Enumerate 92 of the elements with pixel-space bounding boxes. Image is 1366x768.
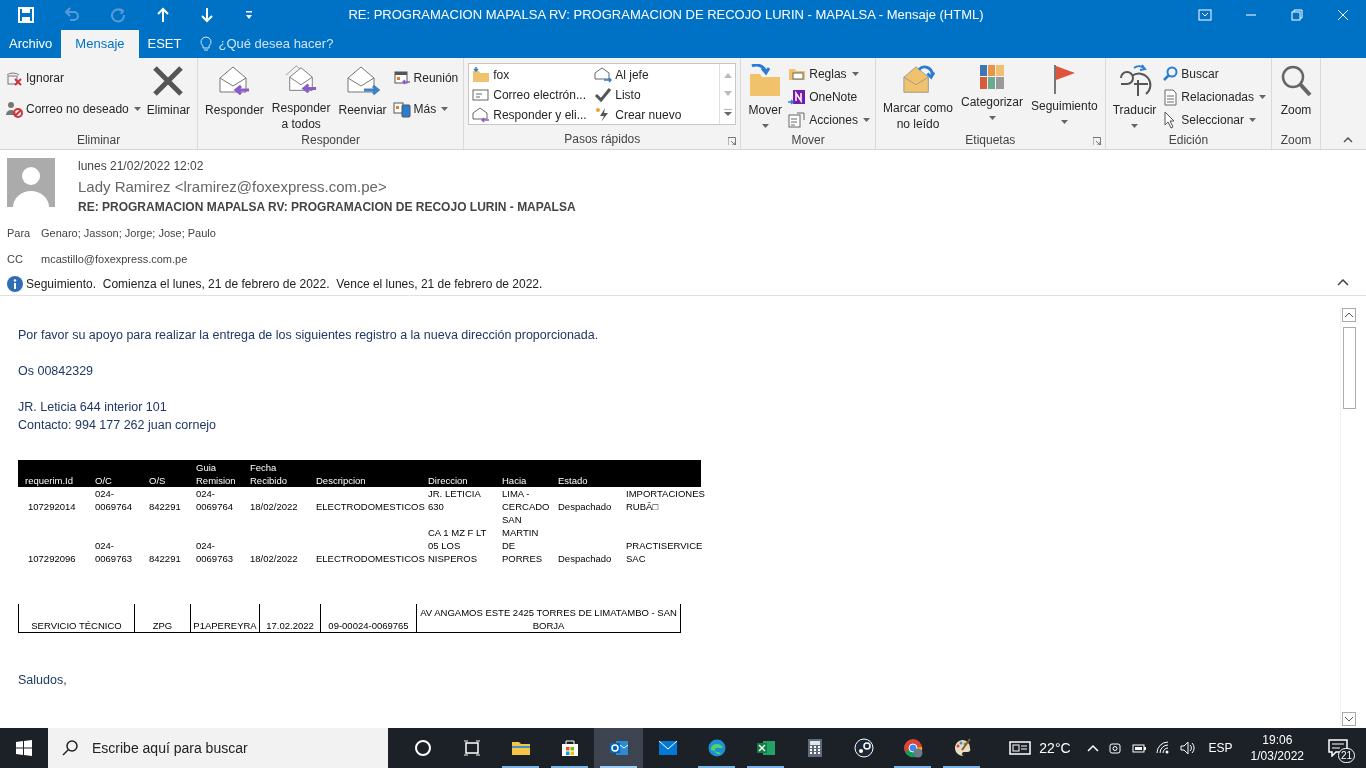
recipients: Genaro; Jasson; Jorge; Jose; Paulo (41, 226, 216, 241)
ribbon-button[interactable]: Seleccionar (1161, 110, 1268, 129)
ribbon-button[interactable]: Mover (745, 62, 786, 132)
recipients: mcastillo@foxexpress.com.pe (41, 251, 188, 267)
group-label: Pasos rápidos (564, 131, 641, 148)
column-header: Hacia (495, 460, 551, 487)
field-label: Para (7, 226, 32, 241)
table-cell: 18/02/2022 (250, 501, 298, 512)
subject: RE: PROGRAMACION MAPALSA RV: PROGRAMACION DE RECOJO LURIN - MAPALSA (78, 200, 576, 214)
ribbon-button[interactable]: Relacionadas (1161, 87, 1268, 106)
table-cell: SERVICIO TÉCNICO (31, 619, 122, 631)
follow-up-info: Seguimiento. Comienza el lunes, 21 de febrero de 2022. Vence el lunes, 21 de febrero de 2022. (26, 276, 543, 293)
column-header: Fecha Recibido (243, 460, 309, 487)
table-cell: IMPORTACIONES RUBÃ□ (626, 488, 705, 512)
field-label: CC (7, 251, 24, 267)
table-cell: 024-0069763 (196, 540, 233, 564)
ribbon-button[interactable]: Seguimiento (1028, 62, 1101, 132)
order-number: Os 00842329 (18, 363, 95, 380)
table-cell: ELECTRODOMESTICOS (316, 553, 425, 564)
quick-step[interactable]: Responder y eli... (472, 105, 595, 124)
ribbon-button[interactable]: Categorizar (958, 62, 1026, 132)
ribbon-button[interactable]: Traducir (1109, 62, 1160, 132)
address-line: JR. Leticia 644 interior 101 (18, 399, 168, 416)
quick-step[interactable]: Correo electrón... (472, 85, 595, 104)
column-header: Descripcion (309, 460, 421, 487)
column-header: Direccion (421, 460, 495, 487)
ribbon-tab[interactable]: Archivo (0, 30, 62, 58)
ribbon-button[interactable]: Más (391, 99, 460, 118)
tell-me-field[interactable]: ¿Qué desea hacer? (218, 34, 334, 54)
quick-step[interactable]: Al jefe (594, 65, 717, 84)
ribbon-tab[interactable]: ESET (138, 30, 191, 58)
table-cell: 107292014 (28, 501, 76, 512)
table-cell: Despachado (558, 553, 612, 564)
ribbon-button[interactable]: Buscar (1161, 64, 1268, 83)
table-cell: ELECTRODOMESTICOS (316, 501, 425, 512)
input-language[interactable]: ESP (1208, 739, 1233, 757)
ribbon-button[interactable]: Reunión (391, 68, 460, 87)
sender: Lady Ramirez <lramirez@foxexpress.com.pe> (78, 178, 388, 196)
ribbon-tab[interactable]: Mensaje (61, 30, 139, 58)
notification-center[interactable]: 21 (1318, 728, 1358, 768)
clock[interactable]: 19:06 1/03/2022 (1244, 732, 1310, 764)
table-cell: LIMA - CERCADO (502, 488, 550, 512)
column-header: O/C (88, 460, 142, 487)
quick-step[interactable]: fox (472, 65, 595, 84)
table-cell: 09-00024-0069765 (328, 619, 409, 631)
table-cell: CA 1 MZ F LT 05 LOS NISPEROS (428, 527, 487, 564)
table-cell: PRACTISERVICE SAC (626, 540, 703, 564)
table-cell: SAN MARTIN DE PORRES (502, 514, 543, 564)
group-label: Etiquetas (965, 132, 1016, 149)
ribbon-button[interactable]: Correo no deseado (4, 99, 142, 118)
group-label: Eliminar (76, 132, 121, 149)
ribbon-button[interactable]: Zoom (1276, 62, 1317, 132)
closing-text: Saludos, (18, 671, 68, 689)
table-cell: 18/02/2022 (250, 553, 298, 564)
table-cell: 107292096 (28, 553, 76, 564)
quick-step[interactable]: Crear nuevo (594, 105, 717, 124)
group-label: Responder (301, 132, 361, 149)
ribbon-button[interactable]: Reenviar (335, 62, 390, 132)
group-label: Mover (791, 132, 825, 149)
ribbon-button[interactable]: Acciones (787, 110, 871, 129)
ribbon-button[interactable]: Eliminar (143, 62, 194, 132)
table-cell: 024-0069763 (95, 540, 132, 564)
table-cell: 842291 (149, 501, 181, 512)
column-header: Estado (551, 460, 619, 487)
column-header: requerim.Id (18, 460, 88, 487)
column-header: Guia Remision (189, 460, 243, 487)
ribbon-button[interactable]: Responder (202, 62, 267, 132)
group-label: Edición (1168, 132, 1209, 149)
table-cell: 17.02.2022 (266, 619, 314, 631)
table-cell: Despachado (558, 501, 612, 512)
ribbon-button[interactable]: Marcar como no leído (879, 62, 956, 132)
temperature: 22°C (1039, 738, 1071, 758)
window-title: RE: PROGRAMACION MAPALSA RV: PROGRAMACION DE RECOJO LURIN - MAPALSA - Mensaje (HTML) (348, 6, 984, 25)
table-cell: ZPG (152, 619, 173, 631)
column-header: O/S (142, 460, 189, 487)
table-cell: JR. LETICIA 630 (428, 488, 481, 512)
sent-date: lunes 21/02/2022 12:02 (78, 159, 205, 173)
notification-count: 21 (1337, 748, 1355, 763)
address-line: Contacto: 994 177 262 juan cornejo (18, 417, 218, 434)
quick-step[interactable]: Listo (594, 85, 717, 104)
table-cell: 024-0069764 (95, 488, 132, 512)
group-label: Zoom (1280, 132, 1312, 149)
body-paragraph: Por favor su apoyo para realizar la entrega de los siguientes registro a la nueva dirección proporcionada. (18, 327, 600, 344)
table-cell: P1APEREYRA (193, 619, 257, 631)
ribbon-button[interactable]: Ignorar (4, 68, 142, 87)
ribbon-button[interactable]: Reglas (787, 64, 871, 83)
taskbar-search-field[interactable]: Escribe aquí para buscar (48, 728, 388, 768)
ribbon-button[interactable]: OneNote (787, 87, 871, 106)
table-cell: AV ANGAMOS ESTE 2425 TORRES DE LIMATAMBO - SAN BORJA (420, 606, 677, 631)
ribbon-button[interactable]: Responder a todos (268, 62, 334, 132)
table-cell: 024-0069764 (196, 488, 233, 512)
table-cell: 842291 (149, 553, 181, 564)
